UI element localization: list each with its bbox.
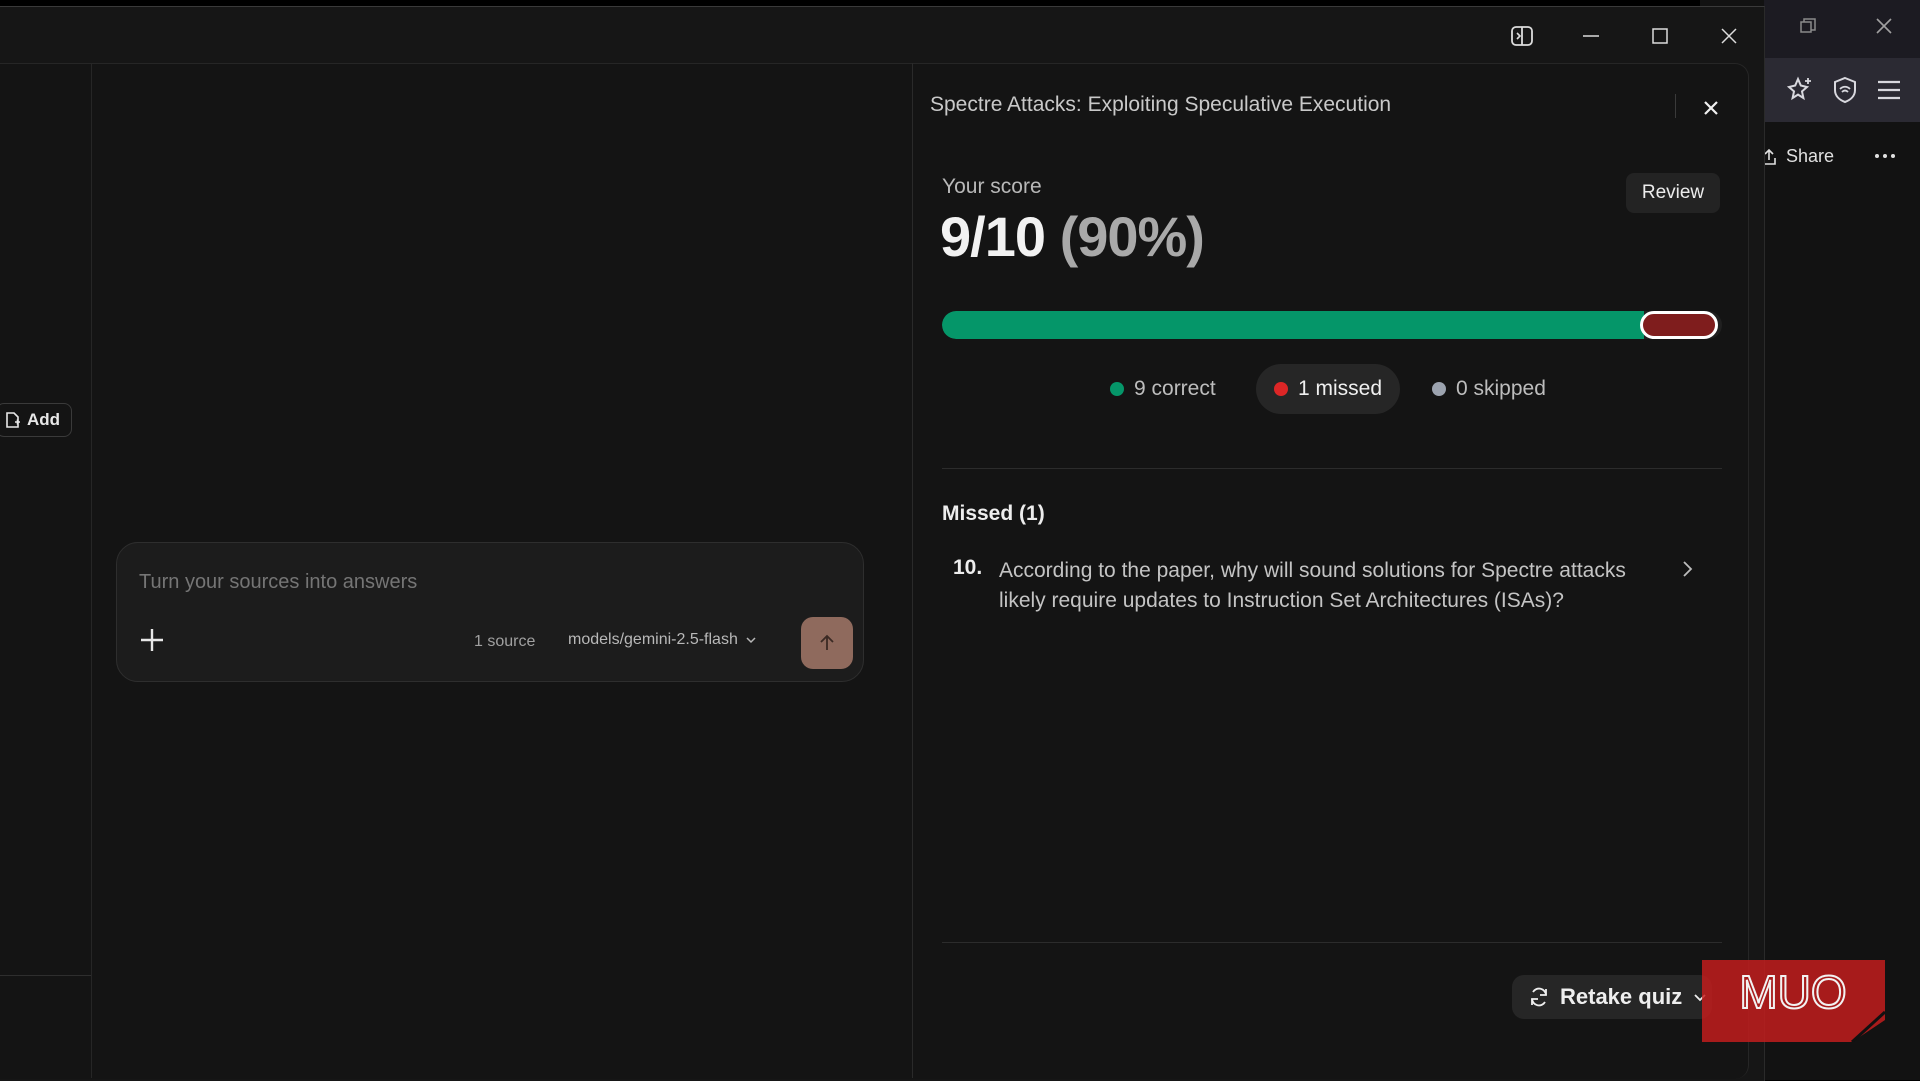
share-label: Share [1786, 146, 1835, 166]
share-button[interactable]: Share [1760, 146, 1834, 167]
missed-question-text[interactable]: According to the paper, why will sound s… [999, 556, 1659, 616]
minimize-icon[interactable] [1573, 18, 1609, 54]
score-progress-bar [942, 311, 1722, 339]
arrow-up-icon [817, 633, 837, 653]
score-fraction: 9/10 [940, 205, 1046, 268]
missed-dot-icon [1274, 382, 1288, 396]
shield-icon[interactable] [1832, 76, 1858, 104]
retake-quiz-button[interactable]: Retake quiz [1512, 975, 1712, 1019]
sidebar-divider [0, 975, 91, 976]
chat-composer: 1 source models/gemini-2.5-flash [116, 542, 864, 682]
section-divider [942, 468, 1722, 469]
add-label: Add [27, 410, 61, 429]
plus-icon[interactable] [137, 625, 167, 655]
title-bar [0, 7, 1764, 63]
legend-correct[interactable]: 9 correct [1092, 364, 1234, 414]
legend-skipped[interactable]: 0 skipped [1414, 364, 1564, 414]
side-panel-icon[interactable] [1504, 18, 1540, 54]
retake-label: Retake quiz [1560, 984, 1683, 1009]
chat-input[interactable] [139, 571, 739, 594]
background-browser-tabstrip [1764, 0, 1920, 58]
close-icon[interactable] [1711, 18, 1747, 54]
sources-sidebar [0, 63, 92, 1078]
chevron-right-icon[interactable] [1676, 558, 1698, 580]
restore-icon[interactable] [1798, 16, 1818, 36]
more-dots-icon[interactable] [1874, 152, 1896, 160]
hamburger-menu-icon[interactable] [1876, 78, 1902, 102]
model-select[interactable]: models/gemini-2.5-flash [568, 631, 758, 649]
model-label: models/gemini-2.5-flash [568, 631, 738, 648]
missed-heading: Missed (1) [942, 502, 1045, 525]
send-button[interactable] [801, 617, 853, 669]
maximize-icon[interactable] [1642, 18, 1678, 54]
title-separator [1675, 94, 1676, 118]
missed-question-number: 10. [953, 556, 983, 579]
footer-divider [942, 942, 1722, 943]
legend-missed[interactable]: 1 missed [1256, 364, 1401, 414]
legend-missed-label: 1 missed [1298, 377, 1383, 400]
legend-skipped-label: 0 skipped [1456, 377, 1546, 400]
quiz-title: Spectre Attacks: Exploiting Speculative … [930, 93, 1392, 116]
muo-watermark-logo: MUO [1702, 952, 1885, 1042]
add-source-button[interactable]: Add [0, 403, 72, 437]
progress-missed-segment [1640, 311, 1718, 339]
watermark-text: MUO [1739, 966, 1846, 1018]
correct-dot-icon [1110, 382, 1124, 396]
chevron-down-icon [744, 633, 758, 647]
score-label: Your score [942, 175, 1042, 198]
progress-correct-segment [942, 311, 1644, 339]
score-percent: (90%) [1059, 205, 1205, 268]
skipped-dot-icon [1432, 382, 1446, 396]
refresh-icon [1528, 986, 1550, 1008]
score-value: 9/10 (90%) [940, 204, 1205, 269]
legend-correct-label: 9 correct [1134, 377, 1216, 400]
close-icon[interactable] [1874, 16, 1894, 36]
source-count: 1 source [474, 633, 536, 650]
review-button[interactable]: Review [1626, 173, 1720, 213]
close-icon[interactable] [1697, 94, 1725, 122]
sparkle-star-icon[interactable] [1786, 76, 1814, 104]
add-source-icon [5, 411, 21, 429]
